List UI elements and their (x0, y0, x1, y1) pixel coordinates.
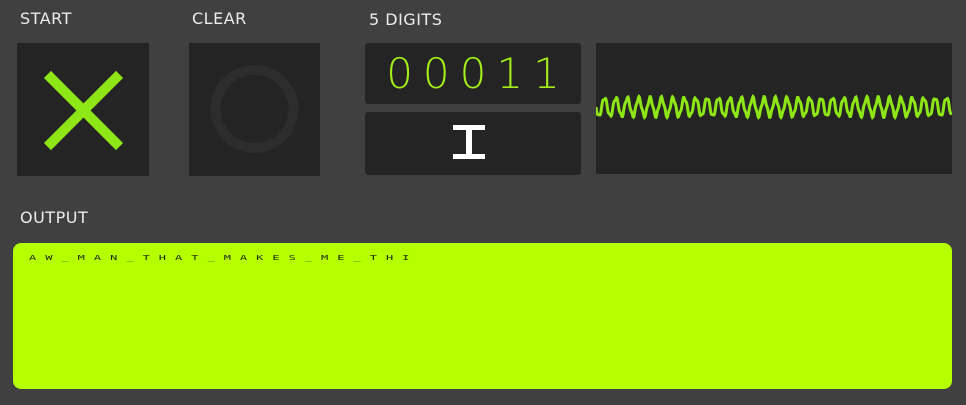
digits-label: 5 DIGITS (369, 10, 443, 29)
waveform-icon (596, 93, 952, 121)
digit-display: 00011 (365, 43, 581, 104)
text-cursor-icon (453, 125, 485, 159)
output-label: OUTPUT (20, 208, 89, 227)
start-button[interactable] (17, 43, 149, 176)
waveform-line (596, 93, 952, 121)
start-label: START (20, 9, 72, 28)
clear-button[interactable] (189, 43, 320, 176)
waveform-panel (596, 43, 952, 174)
x-icon (43, 70, 124, 151)
cursor-panel[interactable] (365, 112, 581, 175)
circle-icon (210, 65, 299, 153)
digit-value: 00011 (386, 49, 570, 98)
output-text: AW_MAN_THAT_MAKES_ME_THI (29, 254, 419, 262)
clear-label: CLEAR (192, 9, 247, 28)
output-box: AW_MAN_THAT_MAKES_ME_THI (13, 243, 952, 389)
